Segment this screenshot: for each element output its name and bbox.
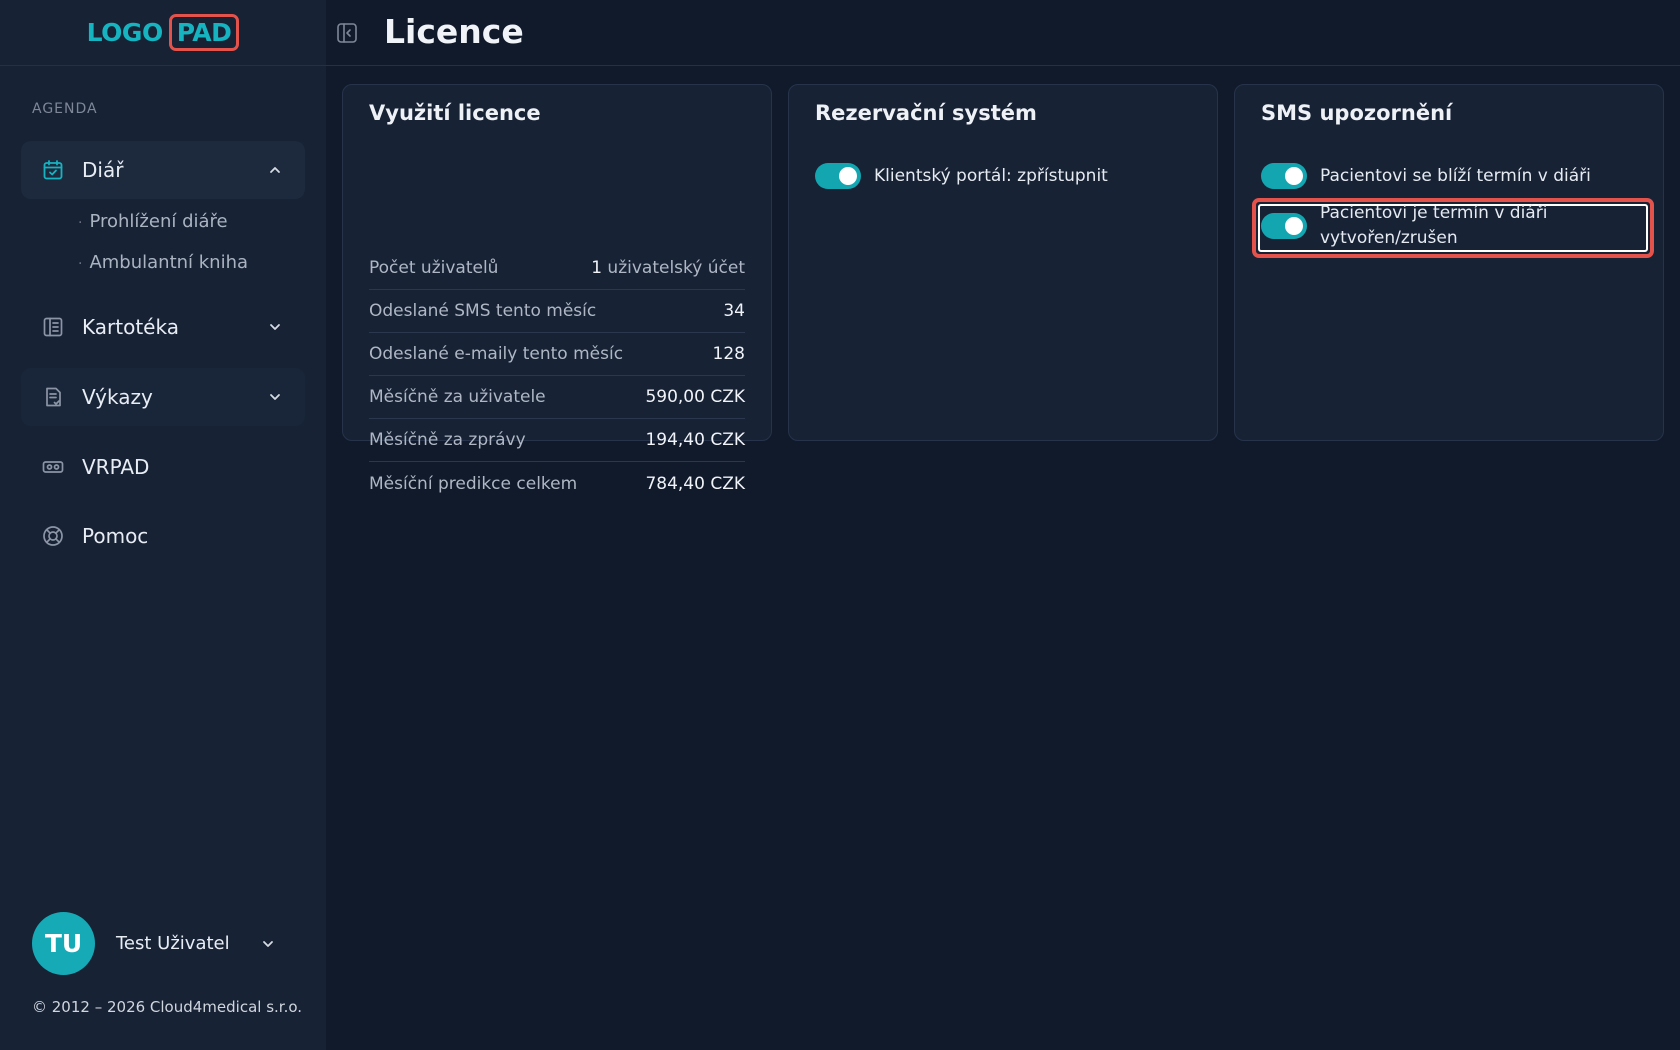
- stat-row-users: Počet uživatelů 1 uživatelský účet: [369, 247, 745, 290]
- stat-value: 128: [712, 344, 745, 364]
- toggle-label-line1: Pacientovi je termín v diáři: [1320, 203, 1548, 223]
- toggle-knob: [839, 167, 857, 185]
- stat-row-monthly-total: Měsíční predikce celkem 784,40 CZK: [369, 462, 745, 505]
- sidebar-item-kartoteka[interactable]: Kartotéka: [21, 298, 305, 356]
- sidebar-subitem-label: Ambulantní kniha: [89, 252, 249, 273]
- stat-value-number: 1: [591, 258, 603, 278]
- bullet-icon: ·: [78, 256, 83, 272]
- chevron-down-icon[interactable]: [260, 936, 276, 952]
- logo-text-right: PAD: [168, 14, 240, 51]
- toggle-label: Pacientovi se blíží termín v diáři: [1320, 165, 1591, 186]
- sidebar-item-label: Výkazy: [82, 385, 153, 409]
- sms-notifications-card: SMS upozornění Pacientovi se blíží termí…: [1234, 84, 1664, 441]
- stat-row-monthly-user: Měsíčně za uživatele 590,00 CZK: [369, 376, 745, 419]
- toggle-label: Klientský portál: zpřístupnit: [874, 165, 1108, 186]
- stat-value-unit: uživatelský účet: [602, 258, 745, 278]
- stat-value: 34: [723, 301, 745, 321]
- stat-label: Měsíčně za uživatele: [369, 387, 546, 407]
- logo-text-left: LOGO: [86, 18, 164, 47]
- user-menu[interactable]: TU Test Uživatel: [32, 912, 273, 975]
- sidebar-item-pomoc[interactable]: Pomoc: [21, 507, 305, 565]
- toggle-knob: [1285, 167, 1303, 185]
- sidebar: LOGO PAD AGENDA Diář · Prohlížení diáře ·…: [0, 0, 326, 1050]
- upcoming-appointment-toggle[interactable]: [1261, 163, 1307, 189]
- chevron-up-icon[interactable]: [267, 162, 283, 178]
- sidebar-subitem-label: Prohlížení diáře: [89, 211, 228, 232]
- book-icon: [41, 315, 65, 339]
- sidebar-item-diar[interactable]: Diář: [21, 141, 305, 199]
- stat-label: Počet uživatelů: [369, 258, 499, 278]
- vr-headset-icon: [41, 455, 65, 479]
- stat-label: Odeslané SMS tento měsíc: [369, 301, 597, 321]
- sidebar-subitem-prohlizeni[interactable]: · Prohlížení diáře: [78, 211, 228, 232]
- sidebar-item-vrpad[interactable]: VRPAD: [21, 438, 305, 496]
- avatar[interactable]: TU: [32, 912, 95, 975]
- stat-value: 194,40 CZK: [645, 430, 745, 450]
- card-title: SMS upozornění: [1261, 101, 1453, 125]
- lifebuoy-icon: [41, 524, 65, 548]
- stat-label: Měsíční predikce celkem: [369, 473, 578, 494]
- stat-row-sms: Odeslané SMS tento měsíc 34: [369, 290, 745, 333]
- toggle-label-line2: vytvořen/zrušen: [1320, 228, 1458, 248]
- chevron-down-icon[interactable]: [267, 319, 283, 335]
- sidebar-item-vykazy[interactable]: Výkazy: [21, 368, 305, 426]
- sidebar-item-label: VRPAD: [82, 455, 150, 479]
- client-portal-toggle[interactable]: [815, 163, 861, 189]
- calendar-check-icon: [41, 158, 65, 182]
- appointment-created-cancelled-toggle[interactable]: [1261, 213, 1307, 239]
- page-title: Licence: [384, 12, 524, 51]
- copyright: © 2012 – 2026 Cloud4medical s.r.o.: [32, 998, 303, 1016]
- header: Licence: [326, 0, 1680, 66]
- stat-row-monthly-messages: Měsíčně za zprávy 194,40 CZK: [369, 419, 745, 462]
- stat-label: Odeslané e-maily tento měsíc: [369, 344, 624, 364]
- document-icon: [41, 385, 65, 409]
- stat-value: 1 uživatelský účet: [591, 258, 745, 278]
- toggle-row-client-portal[interactable]: Klientský portál: zpřístupnit: [815, 163, 1108, 189]
- stat-value: 590,00 CZK: [645, 387, 745, 407]
- sidebar-subitem-ambulantni-kniha[interactable]: · Ambulantní kniha: [78, 252, 248, 273]
- stat-value: 784,40 CZK: [645, 473, 745, 494]
- reservation-system-card: Rezervační systém Klientský portál: zpří…: [788, 84, 1218, 441]
- chevron-down-icon[interactable]: [267, 389, 283, 405]
- license-usage-card: Využití licence Počet uživatelů 1 uživat…: [342, 84, 772, 494]
- card-title: Rezervační systém: [815, 101, 1037, 125]
- stat-row-emails: Odeslané e-maily tento měsíc 128: [369, 333, 745, 376]
- sidebar-item-label: Kartotéka: [82, 315, 179, 339]
- logo[interactable]: LOGO PAD: [87, 14, 240, 51]
- bullet-icon: ·: [78, 215, 83, 231]
- toggle-knob: [1285, 217, 1303, 235]
- logo-bar: LOGO PAD: [0, 0, 326, 66]
- toggle-row-upcoming-appointment[interactable]: Pacientovi se blíží termín v diáři: [1261, 163, 1591, 189]
- user-name: Test Uživatel: [116, 933, 230, 954]
- stat-label: Měsíčně za zprávy: [369, 430, 526, 450]
- sidebar-item-label: Diář: [82, 158, 124, 182]
- sidebar-collapse-icon[interactable]: [336, 22, 358, 44]
- section-label-agenda: AGENDA: [32, 101, 98, 117]
- card-title: Využití licence: [369, 101, 541, 125]
- toggle-label: Pacientovi je termín v diáři vytvořen/zru…: [1320, 201, 1547, 251]
- toggle-row-appointment-created-cancelled[interactable]: Pacientovi je termín v diáři vytvořen/zru…: [1261, 201, 1547, 251]
- sidebar-item-label: Pomoc: [82, 524, 149, 548]
